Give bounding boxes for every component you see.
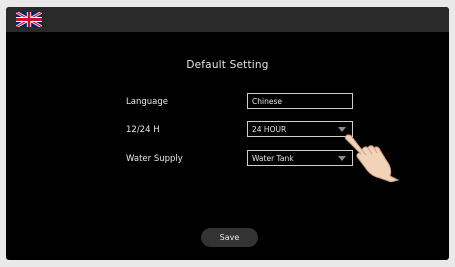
time-format-dropdown[interactable]: 24 HOUR bbox=[247, 121, 353, 137]
water-supply-value: Water Tank bbox=[252, 154, 294, 163]
screen: Default Setting Language Chinese 12/24 H… bbox=[6, 7, 449, 260]
chevron-down-icon bbox=[338, 127, 346, 132]
chevron-down-icon bbox=[338, 156, 346, 161]
language-value: Chinese bbox=[252, 97, 282, 106]
language-label: Language bbox=[126, 97, 168, 107]
device-frame: Default Setting Language Chinese 12/24 H… bbox=[0, 0, 455, 267]
language-flag-button[interactable] bbox=[16, 12, 42, 27]
top-bar bbox=[6, 7, 449, 32]
time-format-label: 12/24 H bbox=[126, 125, 160, 135]
page-title: Default Setting bbox=[186, 59, 269, 71]
water-supply-dropdown[interactable]: Water Tank bbox=[247, 150, 353, 166]
water-supply-label: Water Supply bbox=[126, 154, 183, 164]
language-field[interactable]: Chinese bbox=[247, 93, 353, 109]
save-button[interactable]: Save bbox=[201, 228, 258, 247]
uk-flag-icon bbox=[16, 12, 42, 27]
time-format-value: 24 HOUR bbox=[252, 125, 287, 134]
